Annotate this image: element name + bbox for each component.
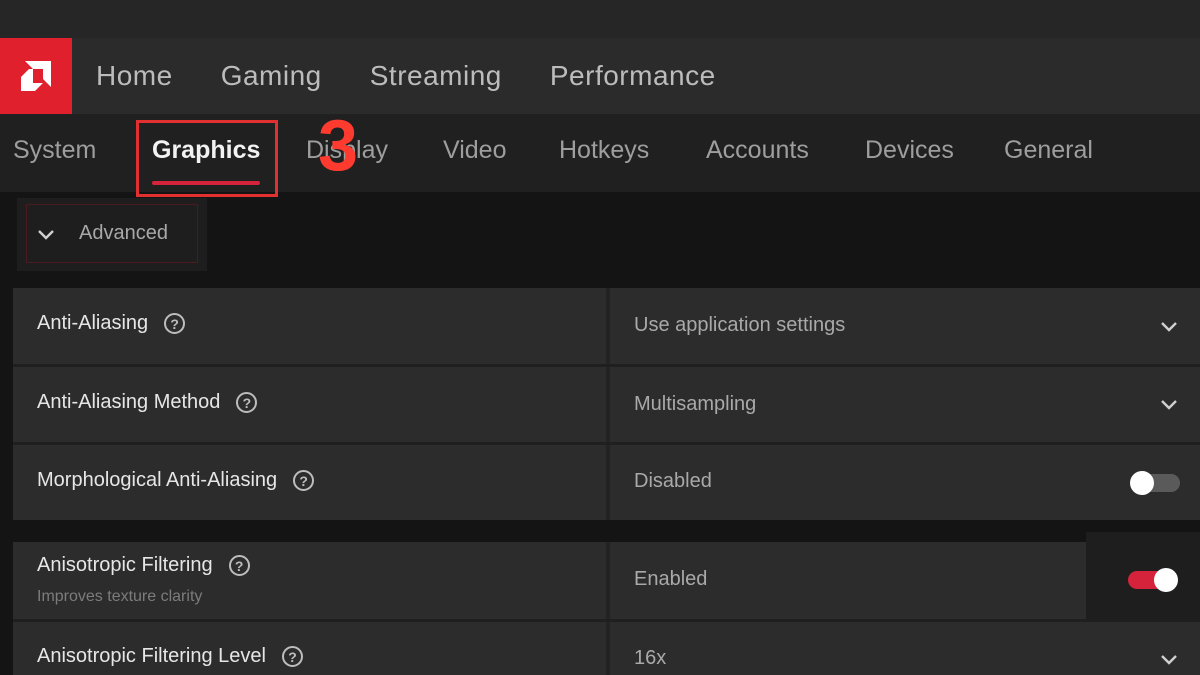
toggle-knob [1154, 568, 1178, 592]
nav-home[interactable]: Home [96, 60, 173, 92]
setting-label: Anisotropic Filtering Level ? [37, 645, 303, 668]
window-top-strip [0, 0, 1200, 38]
aniso-toggle[interactable] [1128, 568, 1178, 592]
aa-method-dropdown[interactable]: Multisampling [610, 367, 1200, 442]
setting-label: Anisotropic Filtering ? [37, 554, 250, 577]
anti-aliasing-value: Use application settings [634, 314, 846, 336]
tab-video[interactable]: Video [443, 136, 507, 165]
aa-method-value: Multisampling [634, 393, 757, 415]
nav-gaming[interactable]: Gaming [221, 60, 322, 92]
anti-aliasing-dropdown[interactable]: Use application settings [610, 288, 1200, 364]
help-icon[interactable]: ? [236, 392, 258, 413]
nav-streaming[interactable]: Streaming [370, 60, 502, 92]
setting-label: Anti-Aliasing Method ? [37, 391, 258, 414]
aniso-value: Enabled [634, 568, 708, 590]
chevron-down-icon[interactable] [1158, 315, 1180, 337]
help-icon[interactable]: ? [164, 313, 186, 334]
setting-row-anisotropic-filtering: Anisotropic Filtering ? Improves texture… [13, 542, 1200, 619]
setting-label: Morphological Anti-Aliasing ? [37, 469, 315, 492]
help-icon[interactable]: ? [282, 646, 303, 667]
morph-aa-value: Disabled [634, 470, 712, 492]
toggle-highlight-area [1086, 532, 1200, 624]
advanced-label: Advanced [79, 222, 168, 244]
anti-aliasing-label: Anti-Aliasing [37, 312, 149, 334]
amd-logo-icon[interactable] [0, 38, 72, 114]
morph-aa-toggle[interactable] [1130, 471, 1180, 495]
setting-label: Anti-Aliasing ? [37, 312, 186, 335]
chevron-down-icon[interactable] [1158, 648, 1180, 670]
help-icon[interactable]: ? [293, 470, 315, 491]
main-nav: Home Gaming Streaming Performance [96, 38, 764, 114]
aniso-label: Anisotropic Filtering [37, 554, 213, 576]
tab-devices[interactable]: Devices [865, 136, 954, 165]
aniso-level-value: 16x [634, 647, 667, 669]
tab-hotkeys[interactable]: Hotkeys [559, 136, 649, 165]
tab-accounts[interactable]: Accounts [706, 136, 809, 165]
tab-general[interactable]: General [1004, 136, 1093, 165]
tab-system[interactable]: System [13, 136, 96, 165]
aniso-sublabel: Improves texture clarity [37, 588, 203, 605]
advanced-toggle[interactable]: Advanced [26, 204, 198, 263]
setting-row-anti-aliasing: Anti-Aliasing ? Use application settings [13, 288, 1200, 364]
aa-method-label: Anti-Aliasing Method [37, 391, 221, 413]
setting-row-aa-method: Anti-Aliasing Method ? Multisampling [13, 367, 1200, 442]
nav-performance[interactable]: Performance [550, 60, 716, 92]
chevron-down-icon[interactable] [1158, 393, 1180, 415]
annotation-step-number: 3 [318, 106, 359, 186]
annotation-highlight-box [136, 120, 278, 197]
help-icon[interactable]: ? [228, 555, 250, 576]
aniso-level-label: Anisotropic Filtering Level [37, 645, 266, 667]
aniso-level-dropdown[interactable]: 16x [610, 622, 1200, 675]
setting-row-aniso-level: Anisotropic Filtering Level ? 16x [13, 622, 1200, 675]
chevron-down-icon [38, 229, 54, 240]
toggle-knob [1130, 471, 1154, 495]
morph-aa-label: Morphological Anti-Aliasing [37, 469, 278, 491]
setting-row-morphological-aa: Morphological Anti-Aliasing ? Disabled [13, 445, 1200, 520]
